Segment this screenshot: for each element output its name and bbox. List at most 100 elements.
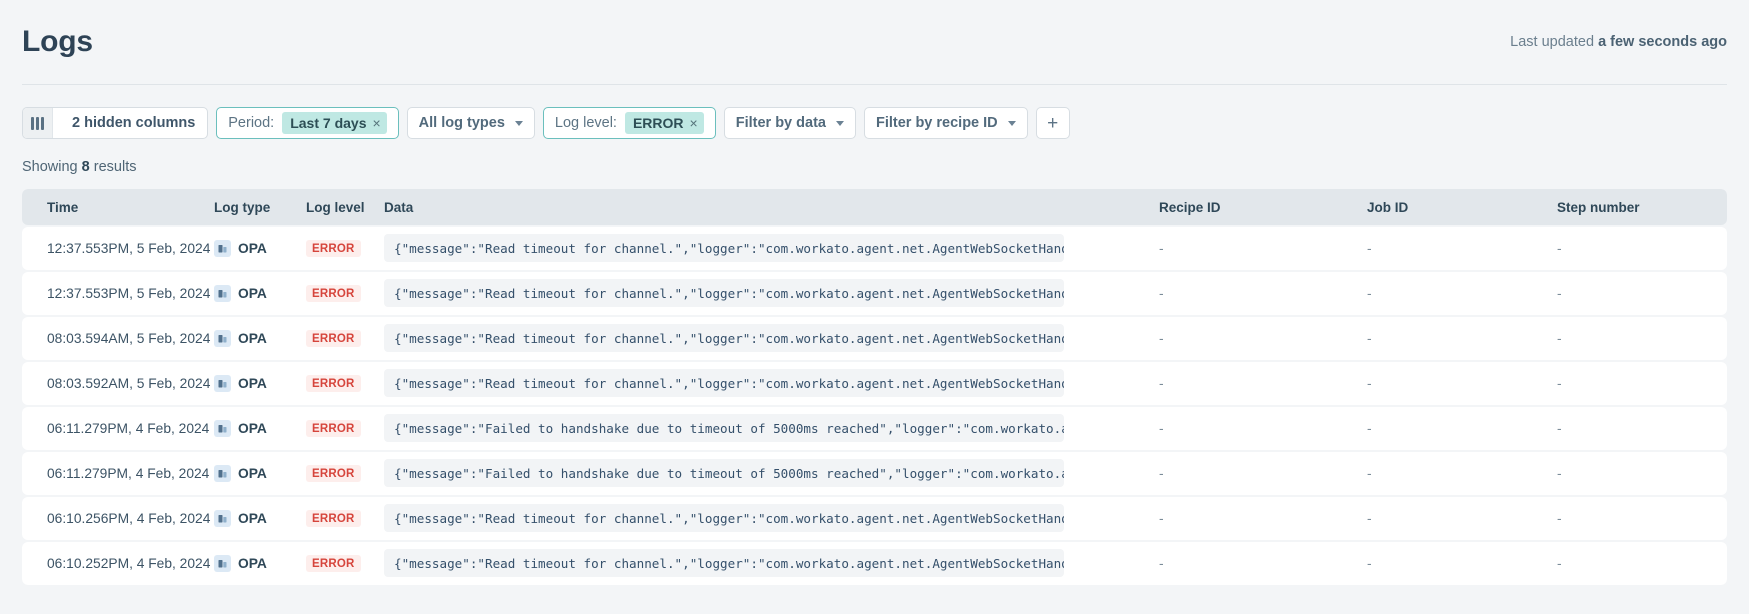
- table-row[interactable]: 12:37.553PM, 5 Feb, 2024 OPA ERROR {"messag…: [22, 271, 1727, 315]
- page-header: Logs Last updated a few seconds ago: [22, 0, 1727, 72]
- filter-by-data-label: Filter by data: [735, 115, 826, 131]
- last-updated-prefix: Last updated: [1510, 34, 1595, 50]
- log-type-label: OPA: [238, 330, 267, 346]
- cell-data[interactable]: {"message":"Read timeout for channel.","…: [384, 279, 1064, 308]
- log-type-label: OPA: [238, 465, 267, 481]
- log-level-label: Log level:: [554, 115, 617, 131]
- cell-job-id: -: [1367, 510, 1372, 526]
- cell-job-id: -: [1367, 285, 1372, 301]
- cell-job-id: -: [1367, 330, 1372, 346]
- table-row[interactable]: 12:37.553PM, 5 Feb, 2024 OPA ERROR {"messag…: [22, 226, 1727, 270]
- cell-recipe-id: -: [1159, 375, 1164, 391]
- table-row[interactable]: 08:03.592AM, 5 Feb, 2024 OPA ERROR {"messag…: [22, 361, 1727, 405]
- cell-time: 12:37.553PM, 5 Feb, 2024: [47, 285, 211, 301]
- log-type-label: OPA: [238, 510, 267, 526]
- cell-log-type: OPA: [214, 329, 267, 347]
- chevron-down-icon: [1007, 120, 1016, 126]
- last-updated: Last updated a few seconds ago: [1510, 34, 1727, 50]
- cell-recipe-id: -: [1159, 465, 1164, 481]
- logs-page: Logs Last updated a few seconds ago 2 hi…: [0, 0, 1749, 614]
- cell-recipe-id: -: [1159, 330, 1164, 346]
- log-level-badge: ERROR: [306, 330, 361, 347]
- cell-step-number: -: [1557, 510, 1562, 526]
- log-type-label: OPA: [238, 420, 267, 436]
- period-filter[interactable]: Period: Last 7 days ×: [216, 107, 399, 139]
- log-level-value-pill[interactable]: ERROR ×: [624, 112, 704, 134]
- cell-job-id: -: [1367, 375, 1372, 391]
- cell-job-id: -: [1367, 555, 1372, 571]
- period-value-pill[interactable]: Last 7 days ×: [282, 112, 387, 134]
- log-level-badge: ERROR: [306, 510, 361, 527]
- opa-icon: [214, 284, 231, 302]
- opa-icon: [214, 419, 231, 437]
- cell-data[interactable]: {"message":"Read timeout for channel.","…: [384, 234, 1064, 263]
- results-count: Showing 8 results: [22, 139, 1727, 189]
- cell-time: 06:10.252PM, 4 Feb, 2024: [47, 555, 211, 571]
- table-header-row: Time Log type Log level Data Recipe ID J…: [22, 189, 1727, 225]
- cell-job-id: -: [1367, 420, 1372, 436]
- log-level-badge: ERROR: [306, 240, 361, 257]
- filter-by-recipe-label: Filter by recipe ID: [875, 115, 998, 131]
- log-level-badge: ERROR: [306, 555, 361, 572]
- cell-log-type: OPA: [214, 554, 267, 572]
- table-row[interactable]: 08:03.594AM, 5 Feb, 2024 OPA ERROR {"messag…: [22, 316, 1727, 360]
- opa-icon: [214, 509, 231, 527]
- cell-log-type: OPA: [214, 509, 267, 527]
- cell-time: 06:11.279PM, 4 Feb, 2024: [47, 420, 210, 436]
- period-remove-icon[interactable]: ×: [372, 116, 380, 130]
- cell-job-id: -: [1367, 465, 1372, 481]
- log-level-value: ERROR: [632, 115, 684, 131]
- results-number: 8: [81, 159, 90, 175]
- filter-bar: 2 hidden columns Period: Last 7 days × A…: [22, 85, 1727, 139]
- cell-job-id: -: [1367, 240, 1372, 256]
- cell-step-number: -: [1557, 330, 1562, 346]
- table-row[interactable]: 06:10.256PM, 4 Feb, 2024 OPA ERROR {"messag…: [22, 496, 1727, 540]
- column-header-data: Data: [384, 199, 414, 215]
- cell-data[interactable]: {"message":"Read timeout for channel.","…: [384, 324, 1064, 353]
- cell-data[interactable]: {"message":"Failed to handshake due to t…: [384, 459, 1064, 488]
- logs-table: Time Log type Log level Data Recipe ID J…: [22, 189, 1727, 585]
- table-body: 12:37.553PM, 5 Feb, 2024 OPA ERROR {"messag…: [22, 226, 1727, 585]
- column-header-job-id: Job ID: [1367, 199, 1409, 215]
- log-level-badge: ERROR: [306, 465, 361, 482]
- table-row[interactable]: 06:10.252PM, 4 Feb, 2024 OPA ERROR {"messag…: [22, 541, 1727, 585]
- log-level-filter[interactable]: Log level: ERROR ×: [542, 107, 716, 139]
- cell-log-type: OPA: [214, 284, 267, 302]
- cell-data[interactable]: {"message":"Read timeout for channel.","…: [384, 504, 1064, 533]
- cell-recipe-id: -: [1159, 240, 1164, 256]
- cell-data[interactable]: {"message":"Read timeout for channel.","…: [384, 549, 1064, 578]
- filter-by-data[interactable]: Filter by data: [723, 107, 856, 139]
- column-header-step-number: Step number: [1557, 199, 1640, 215]
- cell-recipe-id: -: [1159, 420, 1164, 436]
- cell-time: 06:10.256PM, 4 Feb, 2024: [47, 510, 211, 526]
- log-type-label: OPA: [238, 240, 267, 256]
- period-value: Last 7 days: [290, 115, 367, 131]
- log-types-filter[interactable]: All log types: [406, 107, 535, 139]
- column-header-log-type: Log type: [214, 199, 271, 215]
- cell-step-number: -: [1557, 240, 1562, 256]
- table-row[interactable]: 06:11.279PM, 4 Feb, 2024 OPA ERROR {"messag…: [22, 451, 1727, 495]
- table-row[interactable]: 06:11.279PM, 4 Feb, 2024 OPA ERROR {"messag…: [22, 406, 1727, 450]
- column-header-time: Time: [47, 199, 79, 215]
- cell-log-type: OPA: [214, 239, 267, 257]
- hidden-columns-button[interactable]: 2 hidden columns: [22, 107, 209, 139]
- log-level-remove-icon[interactable]: ×: [690, 116, 698, 130]
- filter-by-recipe-id[interactable]: Filter by recipe ID: [863, 107, 1028, 139]
- cell-data[interactable]: {"message":"Failed to handshake due to t…: [384, 414, 1064, 443]
- log-level-badge: ERROR: [306, 285, 361, 302]
- log-type-label: OPA: [238, 555, 267, 571]
- results-suffix: results: [93, 159, 137, 175]
- log-types-label: All log types: [418, 115, 505, 131]
- cell-step-number: -: [1557, 420, 1562, 436]
- add-filter-button[interactable]: +: [1035, 107, 1070, 139]
- log-level-badge: ERROR: [306, 375, 361, 392]
- results-prefix: Showing: [22, 159, 78, 175]
- cell-recipe-id: -: [1159, 285, 1164, 301]
- log-type-label: OPA: [238, 285, 267, 301]
- cell-time: 06:11.279PM, 4 Feb, 2024: [47, 465, 210, 481]
- chevron-down-icon: [835, 120, 844, 126]
- column-header-recipe-id: Recipe ID: [1159, 199, 1221, 215]
- cell-log-type: OPA: [214, 374, 267, 392]
- column-header-log-level: Log level: [306, 199, 365, 215]
- cell-data[interactable]: {"message":"Read timeout for channel.","…: [384, 369, 1064, 398]
